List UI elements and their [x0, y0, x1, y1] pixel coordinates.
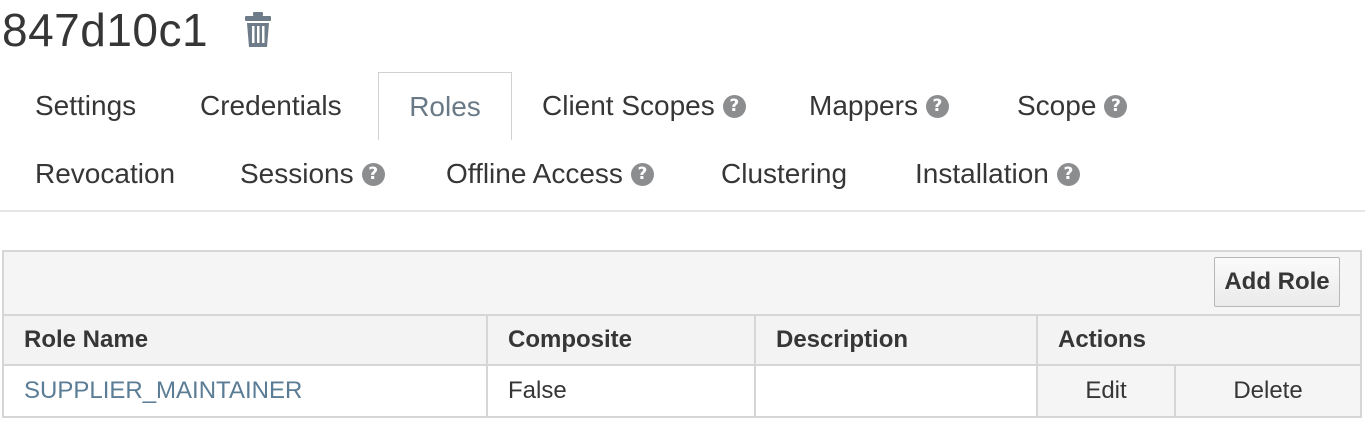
table-row: SUPPLIER_MAINTAINER False Edit Delete: [4, 366, 1360, 416]
help-icon[interactable]: ?: [630, 162, 654, 186]
tab-offline-access[interactable]: Offline Access ?: [446, 140, 654, 208]
role-name-link[interactable]: SUPPLIER_MAINTAINER: [24, 377, 302, 405]
composite-cell: False: [486, 366, 754, 416]
table-toolbar: Add Role: [4, 252, 1360, 316]
tab-client-scopes[interactable]: Client Scopes ?: [542, 72, 746, 140]
help-icon[interactable]: ?: [1104, 94, 1128, 118]
tab-label: Clustering: [721, 158, 848, 189]
tab-label: Mappers: [809, 90, 918, 121]
roles-table: Add Role Role Name Composite Description…: [2, 250, 1362, 418]
tab-label: Settings: [35, 90, 137, 121]
column-header-description[interactable]: Description: [754, 316, 1036, 364]
description-cell: [754, 366, 1036, 416]
tab-label: Roles: [409, 90, 481, 122]
tab-clustering[interactable]: Clustering: [721, 140, 847, 208]
client-tabs: Settings Credentials Roles Client Scopes…: [0, 72, 1365, 212]
tab-label: Client Scopes: [542, 90, 715, 121]
help-icon[interactable]: ?: [1056, 162, 1080, 186]
tab-credentials[interactable]: Credentials: [200, 72, 342, 140]
trash-icon[interactable]: [242, 10, 274, 50]
role-name-cell: SUPPLIER_MAINTAINER: [4, 366, 486, 416]
tab-label: Sessions: [240, 158, 354, 189]
column-header-role-name[interactable]: Role Name: [4, 316, 486, 364]
tab-settings[interactable]: Settings: [35, 72, 136, 140]
help-icon[interactable]: ?: [722, 94, 746, 118]
help-icon[interactable]: ?: [361, 162, 385, 186]
table-header: Role Name Composite Description Actions: [4, 316, 1360, 366]
page-title: 847d10c1: [2, 4, 209, 56]
add-role-button[interactable]: Add Role: [1214, 257, 1340, 307]
client-detail-page: 847d10c1 Settings Credentials Roles Clie…: [0, 0, 1368, 426]
tab-roles[interactable]: Roles: [378, 72, 512, 140]
tab-label: Scope: [1017, 90, 1097, 121]
tab-label: Revocation: [35, 158, 176, 189]
tab-revocation[interactable]: Revocation: [35, 140, 175, 208]
tab-mappers[interactable]: Mappers ?: [809, 72, 949, 140]
tab-label: Installation: [915, 158, 1049, 189]
tab-scope[interactable]: Scope ?: [1017, 72, 1128, 140]
help-icon[interactable]: ?: [925, 94, 949, 118]
column-header-actions: Actions: [1036, 316, 1360, 364]
edit-button[interactable]: Edit: [1036, 366, 1174, 416]
column-header-composite[interactable]: Composite: [486, 316, 754, 364]
title-row: 847d10c1: [2, 2, 274, 58]
tab-label: Credentials: [200, 90, 342, 121]
tab-sessions[interactable]: Sessions ?: [240, 140, 385, 208]
tab-installation[interactable]: Installation ?: [915, 140, 1080, 208]
tab-label: Offline Access: [446, 158, 623, 189]
delete-button[interactable]: Delete: [1174, 366, 1360, 416]
